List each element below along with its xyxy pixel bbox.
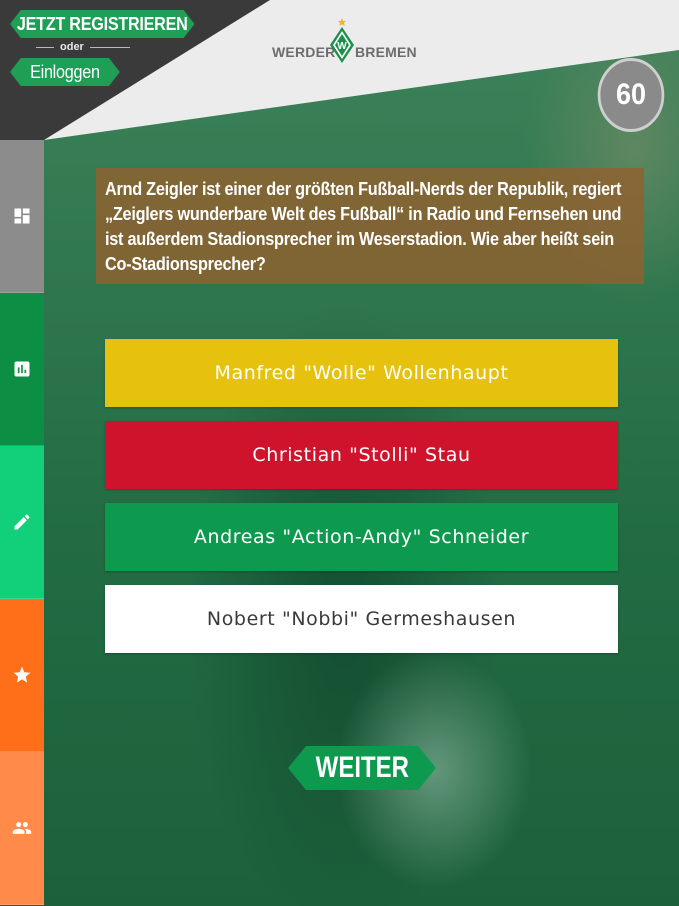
countdown-timer: 60 [597, 58, 665, 132]
sidebar-item-dashboard[interactable] [0, 140, 44, 293]
register-button[interactable]: JETZT REGISTRIEREN [10, 10, 195, 38]
logo-left-text: WERDER [272, 44, 336, 60]
question-text: Arnd Zeigler ist einer der größten Fußba… [105, 178, 622, 274]
sidebar-item-statistics[interactable] [0, 293, 44, 446]
or-divider: oder [30, 40, 136, 54]
or-label: oder [60, 41, 84, 53]
dashboard-icon [14, 208, 30, 224]
next-button-label: WEITER [315, 751, 409, 784]
werder-diamond-icon: W [330, 18, 354, 63]
sidebar-item-community[interactable] [0, 752, 44, 905]
answer-option-4[interactable]: Nobert "Nobbi" Germeshausen [105, 585, 618, 653]
sidebar [0, 140, 44, 906]
werder-bremen-logo[interactable]: WERDER W BREMEN [272, 18, 417, 68]
sidebar-item-quiz[interactable] [0, 446, 44, 599]
bar-chart-icon [14, 361, 30, 377]
next-button[interactable]: WEITER [288, 746, 436, 790]
answer-option-3[interactable]: Andreas "Action-Andy" Schneider [105, 503, 618, 571]
logo-right-text: BREMEN [355, 44, 417, 60]
timer-value: 60 [615, 78, 647, 111]
star-icon [13, 666, 31, 683]
answer-option-1[interactable]: Manfred "Wolle" Wollenhaupt [105, 339, 618, 407]
login-button[interactable]: Einloggen [10, 58, 120, 86]
question-box: Arnd Zeigler ist einer der größten Fußba… [96, 168, 644, 284]
pencil-icon [14, 514, 30, 530]
svg-text:W: W [337, 41, 347, 52]
people-icon [12, 822, 32, 834]
sidebar-item-favorites[interactable] [0, 599, 44, 752]
answer-option-2[interactable]: Christian "Stolli" Stau [105, 421, 618, 489]
